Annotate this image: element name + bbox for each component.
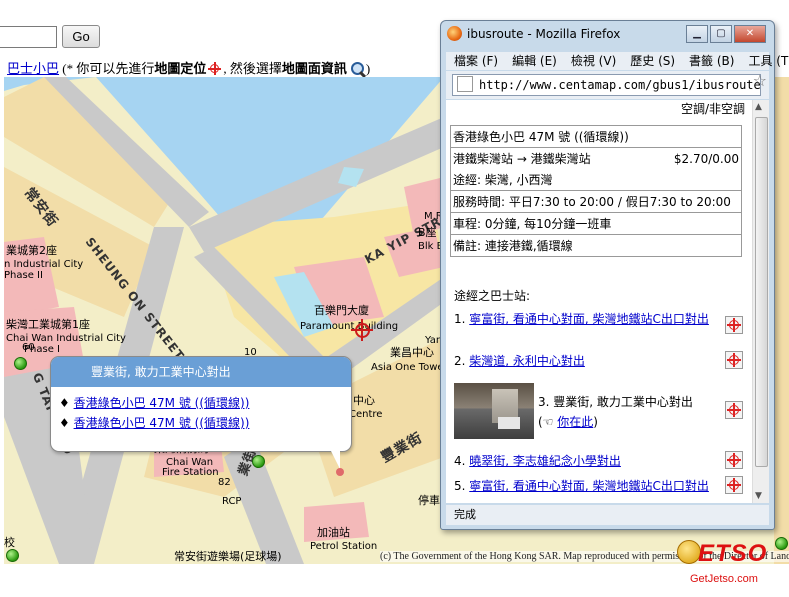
list-item: ♦ 香港綠色小巴 47M 號 ((循環線)) [59, 416, 250, 430]
hint-text-3: ) [365, 61, 371, 76]
menu-file[interactable]: 檔案 (F) [446, 52, 504, 70]
stops-heading: 途經之巴士站: [454, 289, 531, 303]
stop-link[interactable]: 曉翠街, 李志雄紀念小學對出 [469, 454, 621, 468]
menu-edit[interactable]: 編輯 (E) [504, 52, 563, 70]
route-fare: $2.70/0.00 [645, 147, 742, 169]
menu-view[interactable]: 檢視 (V) [563, 52, 622, 70]
popup-route-list: ♦ 香港綠色小巴 47M 號 ((循環線)) ♦ 香港綠色小巴 47M 號 ((… [59, 393, 351, 433]
scroll-up-icon[interactable]: ▲ [755, 102, 762, 112]
url-input[interactable]: http://www.centamap.com/gbus1/ibusroute. [452, 74, 761, 96]
page-content: 空調/非空調 香港綠色小巴 47M 號 ((循環線)) 港鐵柴灣站 → 港鐵柴灣… [446, 100, 769, 503]
search-input[interactable] [0, 26, 57, 48]
popup-title: 豐業街, 敢力工業中心對出 [51, 357, 351, 387]
firefox-window: ibusroute - Mozilla Firefox ▁ ▢ ✕ 檔案 (F)… [440, 20, 789, 530]
route-via: 途經: 柴灣, 小西灣 [450, 169, 742, 191]
locate-target-icon [208, 62, 222, 75]
hint-bold-1: 地圖定位 [154, 61, 207, 76]
url-bar: http://www.centamap.com/gbus1/ibusroute.… [446, 71, 769, 99]
asia-one-label-cn: 業昌中心 [390, 346, 434, 359]
magnifier-icon[interactable] [350, 61, 366, 77]
menu-history[interactable]: 歷史 (S) [622, 52, 681, 70]
mf-label: M.F [424, 211, 442, 222]
firefox-logo-icon [447, 26, 462, 41]
industrial-city-2-en2: Phase II [4, 270, 43, 281]
num-60: 60 [22, 342, 35, 353]
locate-stop-icon[interactable] [725, 316, 743, 334]
go-button[interactable]: Go [62, 25, 100, 48]
list-item: 4. 曉翠街, 李志雄紀念小學對出 [454, 454, 621, 468]
scroll-down-icon[interactable]: ▼ [755, 491, 762, 501]
page-favicon-icon [457, 76, 473, 92]
status-bar: 完成 [446, 505, 769, 525]
playground-label-cn: 常安街遊樂場(足球場) [174, 550, 282, 563]
industrial-city-2-en: n Industrial City [4, 259, 84, 270]
map-hint: 巴士小巴 (* 你可以先進行地圖定位 , 然後選擇地圖面資訊) [7, 58, 370, 77]
bus-stop-marker[interactable] [775, 537, 788, 550]
centre-label-en: Centre [349, 409, 383, 420]
hint-bold-2: 地圖面資訊 [281, 61, 347, 76]
list-item: 5. 寧富街, 看通中心對面, 柴灣地鐵站C出口對出 [454, 479, 709, 493]
school-label-cn: 校 [4, 536, 15, 549]
stop-link[interactable]: 寧富街, 看通中心對面, 柴灣地鐵站C出口對出 [469, 479, 709, 493]
route-remarks: 備註: 連接港鐵,循環線 [450, 234, 742, 257]
list-item: 1. 寧富街, 看通中心對面, 柴灣地鐵站C出口對出 [454, 312, 709, 326]
menu-bookmarks[interactable]: 書籤 (B) [681, 52, 740, 70]
route-path: 港鐵柴灣站 → 港鐵柴灣站 [449, 147, 646, 169]
locate-stop-icon[interactable] [725, 351, 743, 369]
popup-anchor [336, 468, 344, 476]
aircon-label: 空調/非空調 [680, 102, 745, 116]
stop-link[interactable]: 柴灣道, 永利中心對出 [469, 354, 585, 368]
popup-route-link[interactable]: 香港綠色小巴 47M 號 ((循環線)) [74, 396, 250, 410]
list-item: 2. 柴灣道, 永利中心對出 [454, 354, 585, 368]
list-item: ♦ 香港綠色小巴 47M 號 ((循環線)) [59, 396, 250, 410]
menu-tools[interactable]: 工具 (T) [740, 52, 789, 70]
close-button[interactable]: ✕ [734, 25, 766, 43]
petrol-label-en: Petrol Station [310, 541, 378, 552]
bus-stop-marker[interactable] [252, 455, 265, 468]
bus-stop-marker[interactable] [14, 357, 27, 370]
map-target-icon [351, 319, 373, 341]
vertical-scrollbar[interactable]: ▲ ▼ [752, 100, 769, 503]
popup-tail [330, 449, 340, 469]
asia-one-label-en: Asia One Tower [371, 362, 448, 373]
hint-text-2: , 然後選擇 [223, 61, 282, 76]
window-title: ibusroute - Mozilla Firefox [447, 26, 620, 41]
locate-stop-icon[interactable] [725, 451, 743, 469]
scroll-thumb[interactable] [755, 117, 768, 467]
journey-time: 車程: 0分鐘, 每10分鐘一班車 [450, 212, 742, 235]
menu-bar: 檔案 (F) 編輯 (E) 檢視 (V) 歷史 (S) 書籤 (B) 工具 (T… [446, 52, 789, 70]
paramount-label-cn: 百樂門大廈 [314, 304, 369, 317]
minimize-button[interactable]: ▁ [686, 25, 708, 43]
stop-label-cn: 停車 [418, 494, 440, 507]
minibus-link[interactable]: 巴士小巴 [7, 61, 59, 76]
rcp-label: RCP [222, 496, 242, 507]
popup-route-link[interactable]: 香港綠色小巴 47M 號 ((循環線)) [74, 416, 250, 430]
industrial-city-2-cn: 業城第2座 [6, 244, 57, 257]
locate-stop-icon[interactable] [725, 476, 743, 494]
you-are-here-link[interactable]: 你在此 [557, 415, 593, 429]
bookmark-star-icon[interactable]: ☆ [753, 71, 767, 91]
num-82: 82 [218, 477, 231, 488]
stop-popup: 豐業街, 敢力工業中心對出 ♦ 香港綠色小巴 47M 號 ((循環線)) ♦ 香… [50, 356, 352, 452]
service-hours: 服務時間: 平日7:30 to 20:00 / 假日7:30 to 20:00 [450, 190, 742, 213]
bus-stop-marker[interactable] [6, 549, 19, 562]
hint-text-1: (* 你可以先進行 [59, 61, 155, 76]
list-item: 3. 豐業街, 敢力工業中心對出 (☜ 你在此) [538, 395, 693, 429]
route-name: 香港綠色小巴 47M 號 ((循環線)) [450, 125, 742, 148]
block-b-cn: B座 [418, 226, 437, 239]
route-info-table: 香港綠色小巴 47M 號 ((循環線)) 港鐵柴灣站 → 港鐵柴灣站 $2.70… [449, 125, 742, 257]
pointer-hand-icon: (☜ [538, 415, 558, 429]
jetso-watermark: ETSO GetJetso.com [690, 540, 768, 585]
petrol-label-cn: 加油站 [317, 526, 350, 539]
current-stop-text: 豐業街, 敢力工業中心對出 [553, 395, 693, 409]
stop-link[interactable]: 寧富街, 看通中心對面, 柴灣地鐵站C出口對出 [469, 312, 709, 326]
industrial-city-1-cn: 柴灣工業城第1座 [6, 318, 90, 331]
centre-label-cn: 中心 [353, 394, 375, 407]
maximize-button[interactable]: ▢ [710, 25, 732, 43]
fire-station-en2: Fire Station [162, 467, 219, 478]
locate-stop-icon[interactable] [725, 401, 743, 419]
stop-photo[interactable] [454, 383, 534, 439]
paramount-label-en: Paramount Building [300, 321, 399, 332]
